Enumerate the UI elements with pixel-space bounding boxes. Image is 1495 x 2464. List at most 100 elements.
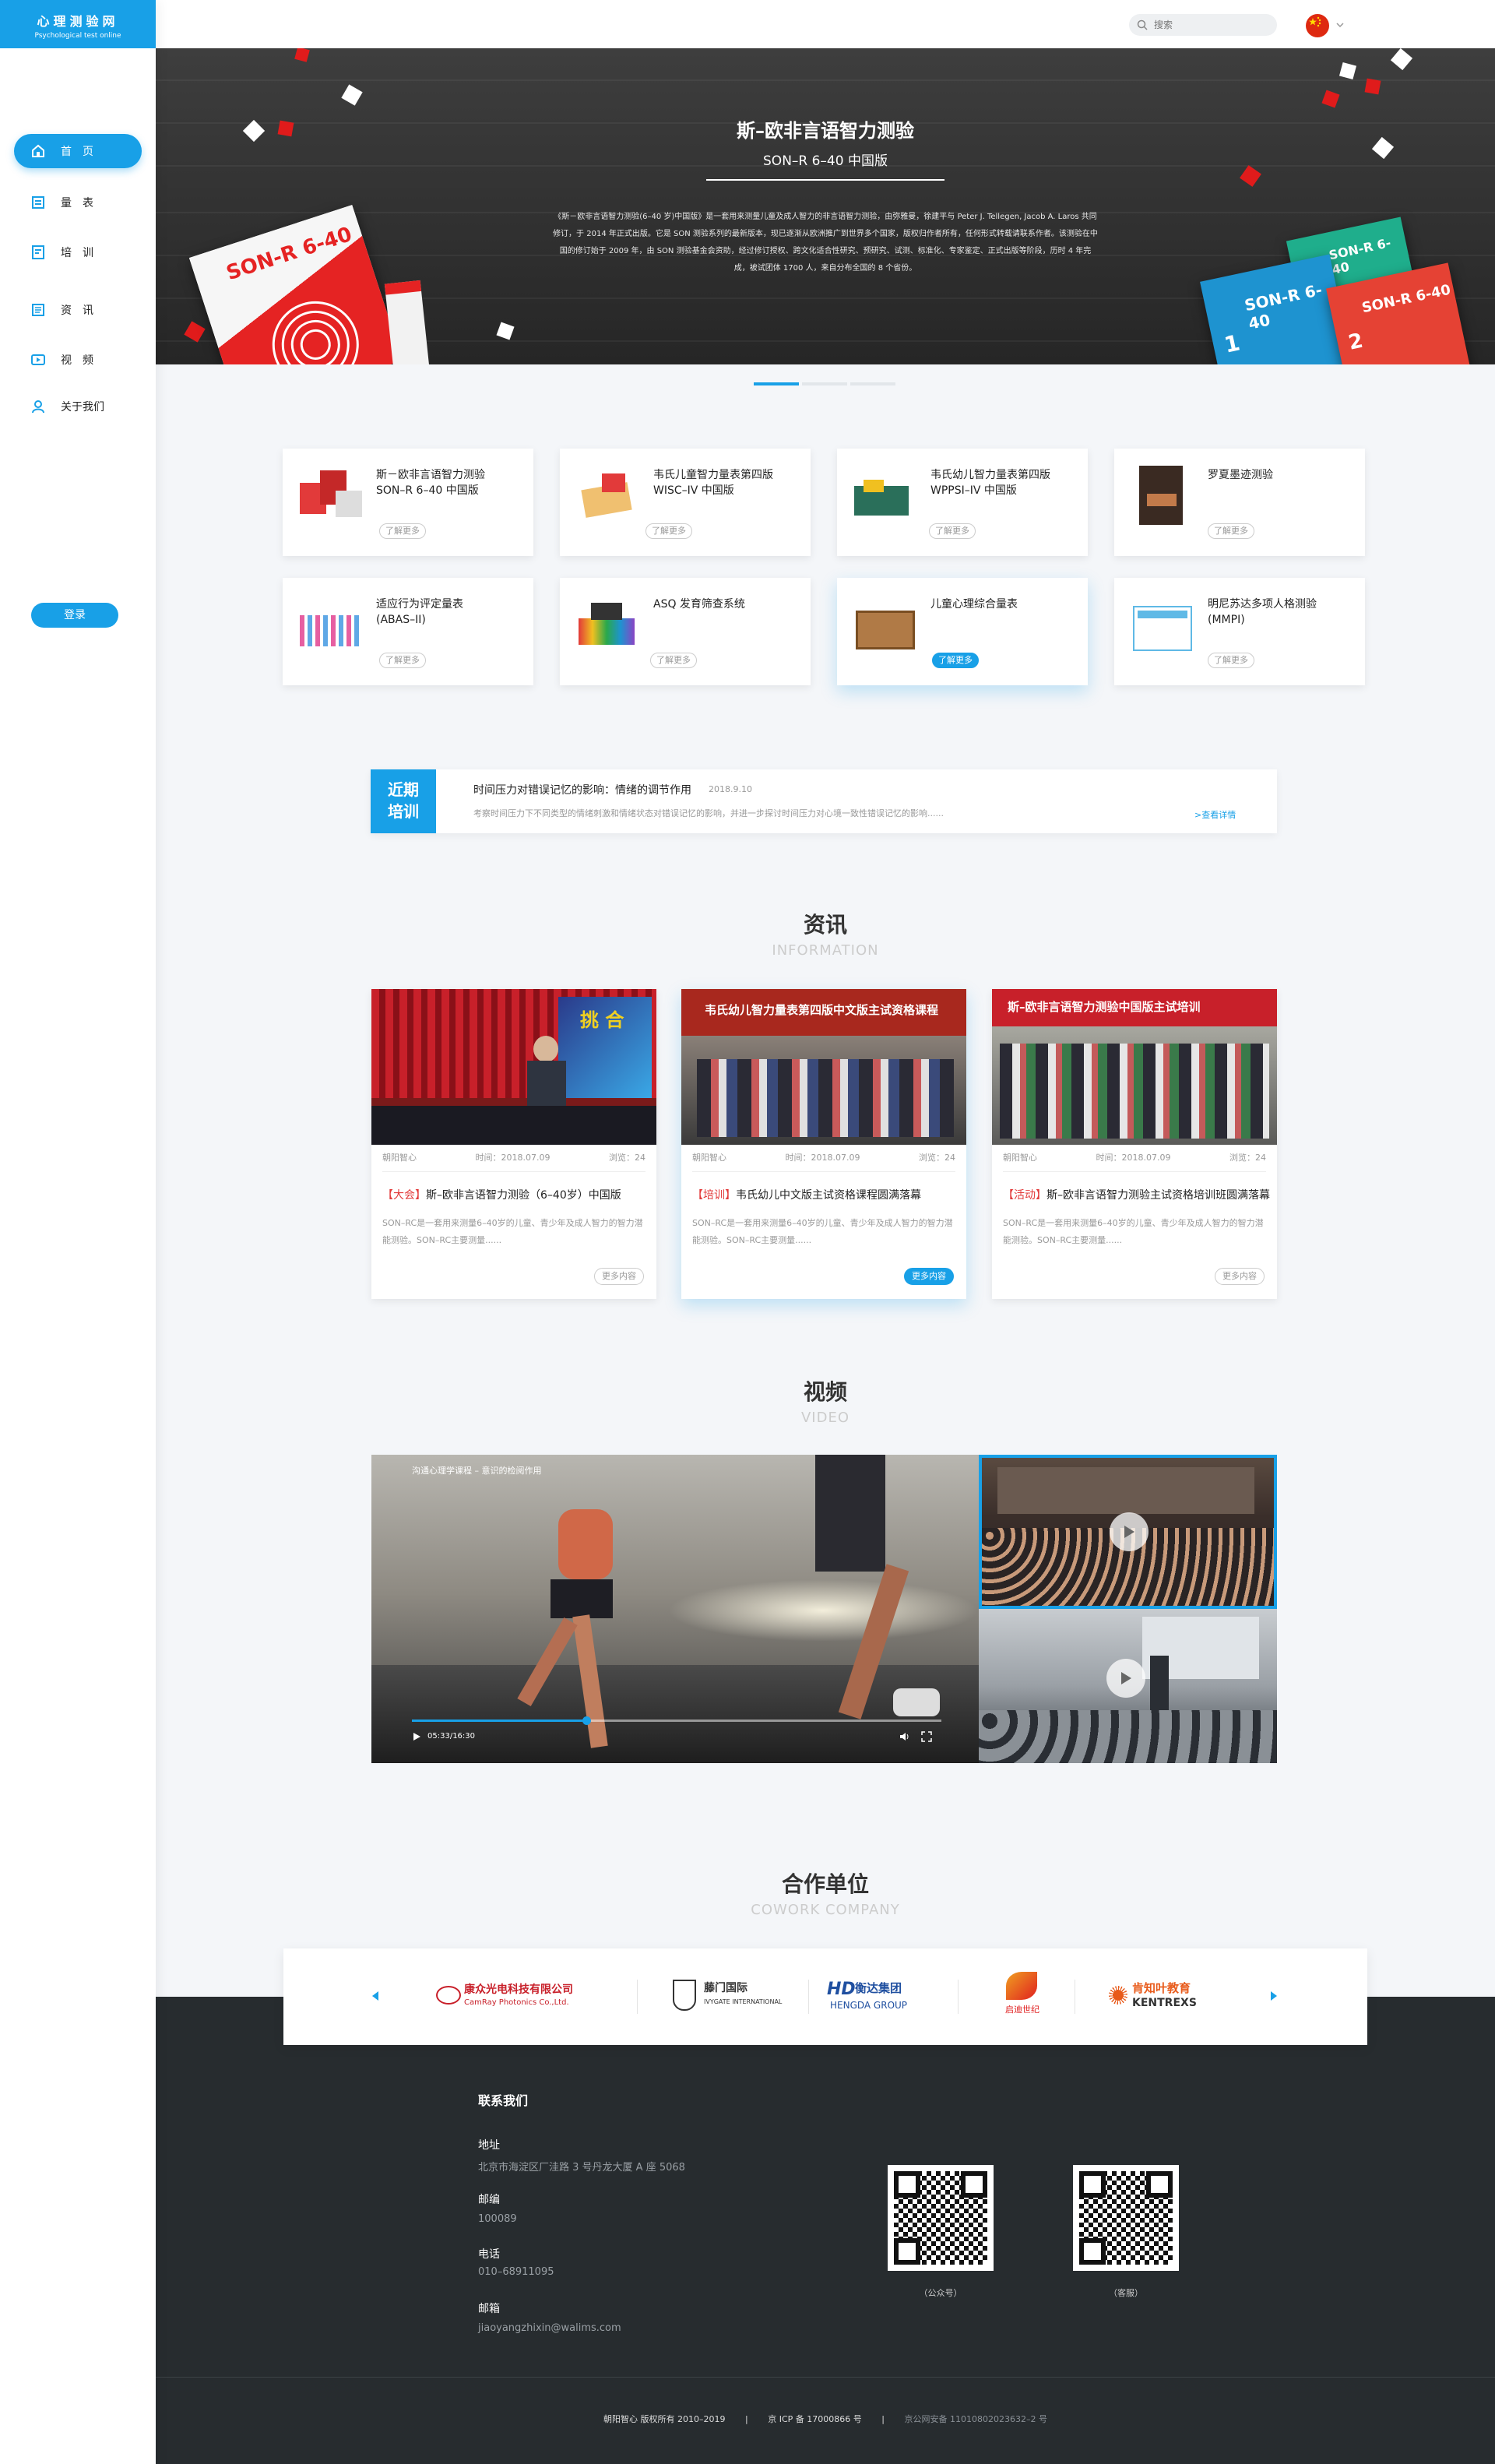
training-strip[interactable]: 近期 培训 时间压力对错误记忆的影响：情绪的调节作用 2018.9.10 考察时间… xyxy=(371,769,1277,833)
news-meta: 朝阳智心 时间：2018.07.09 浏览：24 xyxy=(692,1151,955,1172)
footer-bottom: 朝阳智心 版权所有 2010–2019 | 京 ICP 备 17000866 号… xyxy=(156,2413,1495,2425)
partners-carousel: 康众光电科技有限公司 CamRay Photonics Co.,Ltd. 藤门国… xyxy=(283,1948,1367,2045)
product-card[interactable]: 韦氏儿童智力量表第四版 WISC–IV 中国版 了解更多 xyxy=(560,449,811,556)
slide-indicator-3[interactable] xyxy=(850,382,895,385)
more-content-button[interactable]: 更多内容 xyxy=(594,1268,644,1285)
home-icon xyxy=(30,143,47,160)
email-value[interactable]: jiaoyangzhixin@walims.com xyxy=(478,2322,621,2334)
dice-decoration xyxy=(1390,48,1413,71)
sidebar-item-label: 首 页 xyxy=(61,146,93,158)
training-date: 2018.9.10 xyxy=(709,784,752,794)
book-number: 2 xyxy=(1346,329,1366,355)
sidebar: 心理测验网 Psychological test online 首 页 量 表 … xyxy=(0,0,156,2464)
product-card[interactable]: 罗夏墨迹测验 了解更多 xyxy=(1114,449,1365,556)
training-detail-link[interactable]: >查看详情 xyxy=(1194,808,1236,821)
sidebar-item-news[interactable]: 资 讯 xyxy=(14,293,142,327)
sidebar-item-label: 培 训 xyxy=(61,247,93,259)
news-card[interactable]: 斯–欧非言语智力测验中国版主试培训 朝阳智心 时间：2018.07.09 浏览：24… xyxy=(992,989,1277,1299)
product-card[interactable]: 适应行为评定量表 (ABAS–II) 了解更多 xyxy=(283,578,533,685)
copyright-text: 朝阳智心 版权所有 2010–2019 xyxy=(603,2414,726,2424)
slide-indicator-2[interactable] xyxy=(802,382,847,385)
postcode-value: 100089 xyxy=(478,2213,517,2225)
partner-logo-qidi[interactable]: 启迪世纪 xyxy=(995,1972,1050,2019)
partner-logo-camray[interactable]: 康众光电科技有限公司 CamRay Photonics Co.,Ltd. xyxy=(436,1978,607,2015)
banner-title: 斯–欧非言语智力测验 xyxy=(737,120,914,142)
separator: | xyxy=(881,2414,885,2424)
product-image-mmpi xyxy=(1125,592,1197,654)
fullscreen-icon[interactable] xyxy=(921,1731,932,1742)
footer-divider xyxy=(156,2377,1495,2378)
chevron-down-icon[interactable] xyxy=(1335,19,1346,30)
postcode-label: 邮编 xyxy=(478,2194,500,2206)
card-box-decoration xyxy=(384,280,431,364)
more-content-button[interactable]: 更多内容 xyxy=(904,1268,954,1285)
video-thumbnail-lecture-hall[interactable] xyxy=(979,1455,1277,1609)
video-thumbnail-classroom[interactable] xyxy=(979,1609,1277,1763)
learn-more-button[interactable]: 了解更多 xyxy=(929,523,976,539)
learn-more-button[interactable]: 了解更多 xyxy=(1208,653,1254,668)
play-icon[interactable] xyxy=(412,1732,421,1741)
slide-indicator-1[interactable] xyxy=(754,382,799,385)
product-image-son-r xyxy=(294,463,365,525)
play-overlay-icon[interactable] xyxy=(1106,1659,1145,1698)
carousel-prev-arrow[interactable] xyxy=(371,1991,380,2001)
sidebar-item-video[interactable]: 视 频 xyxy=(14,343,142,377)
product-card[interactable]: 明尼苏达多项人格测验 (MMPI) 了解更多 xyxy=(1114,578,1365,685)
china-flag-icon[interactable] xyxy=(1306,14,1329,37)
login-button[interactable]: 登录 xyxy=(31,603,118,628)
learn-more-button[interactable]: 了解更多 xyxy=(1208,523,1254,539)
banner-subtitle: SON–R 6–40 中国版 xyxy=(763,153,888,169)
video-section-title: 视频 VIDEO xyxy=(800,1379,850,1426)
partner-logo-ivygate[interactable]: 藤门国际 IVYGATE INTERNATIONAL xyxy=(673,1976,782,2015)
icp-text[interactable]: 京 ICP 备 17000866 号 xyxy=(768,2414,862,2424)
learn-more-button[interactable]: 了解更多 xyxy=(932,653,979,668)
news-title[interactable]: 【大会】斯–欧非言语智力测验（6–40岁）中国版 xyxy=(382,1187,621,1202)
sidebar-item-home[interactable]: 首 页 xyxy=(14,134,142,168)
news-card[interactable]: 挑 合 朝阳智心 时间：2018.07.09 浏览：24 【大会】斯–欧非言语智力测… xyxy=(371,989,656,1299)
address-value: 北京市海淀区厂洼路 3 号丹龙大厦 A 座 5068 xyxy=(478,2162,685,2174)
partners-section-title: 合作单位 COWORK COMPANY xyxy=(751,1871,900,1918)
runner-left xyxy=(517,1463,621,1758)
more-content-button[interactable]: 更多内容 xyxy=(1215,1268,1265,1285)
learn-more-button[interactable]: 了解更多 xyxy=(379,523,426,539)
video-time: 05:33/16:30 xyxy=(427,1732,476,1741)
news-desc: SON–RC是一套用来测量6–40岁的儿童、青少年及成人智力的智力潜能测验。SO… xyxy=(1003,1218,1264,1245)
search-icon xyxy=(1137,19,1148,30)
training-title[interactable]: 时间压力对错误记忆的影响：情绪的调节作用 xyxy=(473,782,691,797)
banner-description: 《斯－欧非言语智力测验(6–40 岁)中国版》是一套用来测量儿童及成人智力的非言… xyxy=(553,213,1098,273)
play-overlay-icon[interactable] xyxy=(1110,1512,1149,1551)
product-name: 适应行为评定量表 (ABAS–II) xyxy=(376,598,463,626)
product-name: 罗夏墨迹测验 xyxy=(1208,469,1273,481)
dice-decoration xyxy=(1321,90,1340,108)
carousel-next-arrow[interactable] xyxy=(1269,1991,1279,2001)
sidebar-item-about[interactable]: 关于我们 xyxy=(14,389,142,424)
product-card[interactable]: ASQ 发育筛查系统 了解更多 xyxy=(560,578,811,685)
dice-decoration xyxy=(294,48,310,62)
product-card[interactable]: 儿童心理综合量表 了解更多 xyxy=(837,578,1088,685)
search-box[interactable] xyxy=(1129,14,1277,36)
logo-title: 心理测验网 xyxy=(37,14,119,29)
sidebar-item-label: 资 讯 xyxy=(61,304,93,317)
police-record-text[interactable]: 京公网安备 11010802023632–2 号 xyxy=(904,2414,1046,2424)
site-logo[interactable]: 心理测验网 Psychological test online xyxy=(0,0,156,48)
hero-banner: SON-R 6-40 3 SON-R 6-40 1 SON-R 6-40 2 S… xyxy=(156,48,1495,364)
learn-more-button[interactable]: 了解更多 xyxy=(650,653,697,668)
news-title[interactable]: 【培训】韦氏幼儿中文版主试资格课程圆满落幕 xyxy=(692,1187,921,1202)
training-badge: 近期 培训 xyxy=(371,769,436,833)
learn-more-button[interactable]: 了解更多 xyxy=(379,653,426,668)
partner-logo-kentrexs[interactable]: 肯知叶教育 KENTREXS xyxy=(1109,1976,1218,2015)
learn-more-button[interactable]: 了解更多 xyxy=(645,523,692,539)
volume-icon[interactable] xyxy=(899,1731,910,1742)
product-image-wisc xyxy=(571,463,642,525)
search-input[interactable] xyxy=(1154,19,1255,30)
video-player[interactable]: 沟通心理学课程 – 意识的检阅作用 05:33/16:30 xyxy=(371,1455,979,1763)
video-progress-track[interactable] xyxy=(412,1716,941,1725)
news-meta: 朝阳智心 时间：2018.07.09 浏览：24 xyxy=(382,1151,645,1172)
news-title[interactable]: 【活动】斯–欧非言语智力测验主试资格培训班圆满落幕 xyxy=(1003,1187,1270,1202)
sidebar-item-training[interactable]: 培 训 xyxy=(14,235,142,269)
sidebar-item-scales[interactable]: 量 表 xyxy=(14,185,142,220)
partner-logo-hengda[interactable]: HD 衡达集团 HENGDA GROUP xyxy=(827,1976,936,2015)
news-card[interactable]: 韦氏幼儿智力量表第四版中文版主试资格课程 朝阳智心 时间：2018.07.09 浏览… xyxy=(681,989,966,1299)
product-card[interactable]: 韦氏幼儿智力量表第四版 WPPSI–IV 中国版 了解更多 xyxy=(837,449,1088,556)
product-card[interactable]: 斯－欧非言语智力测验 SON–R 6–40 中国版 了解更多 xyxy=(283,449,533,556)
